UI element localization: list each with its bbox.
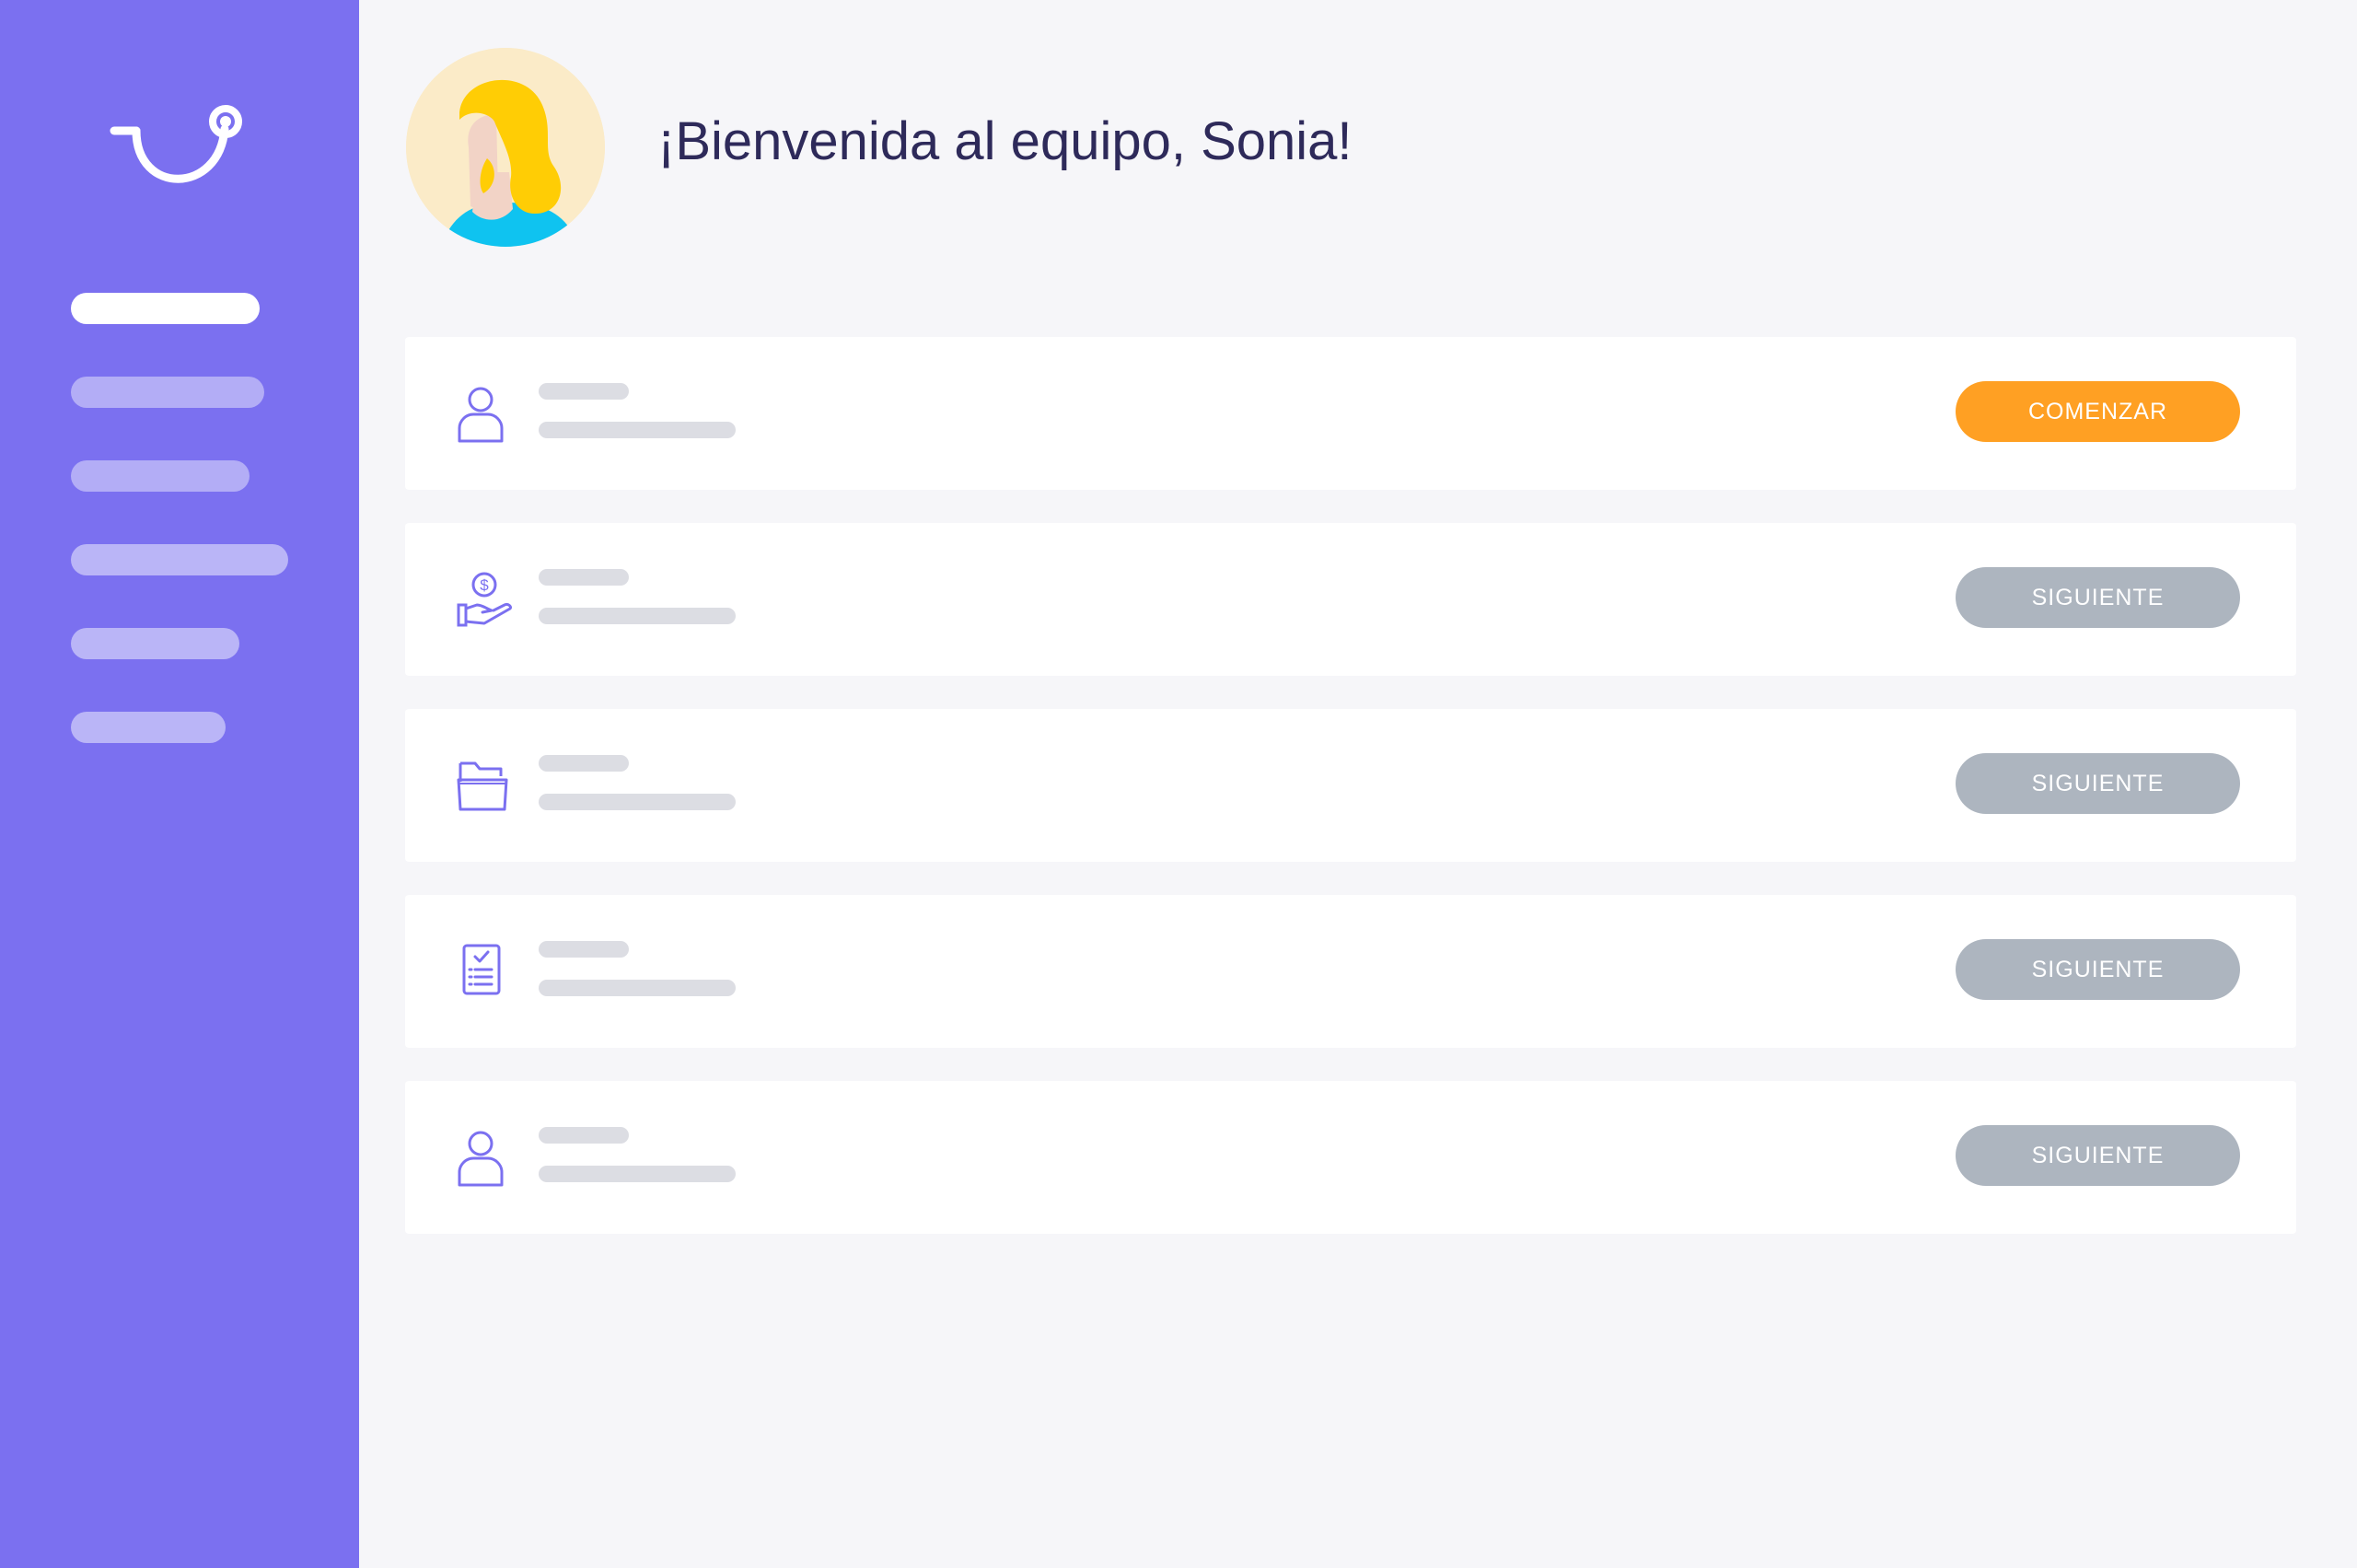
sidebar-item-6[interactable] bbox=[71, 712, 226, 743]
app-logo-icon[interactable] bbox=[109, 103, 249, 195]
hand-money-icon: $ bbox=[457, 572, 512, 627]
start-button[interactable]: COMENZAR bbox=[1956, 381, 2240, 442]
next-button[interactable]: SIGUIENTE bbox=[1956, 567, 2240, 628]
sidebar-item-4[interactable] bbox=[71, 544, 288, 575]
sidebar-item-3[interactable] bbox=[71, 460, 250, 492]
task-subtitle-placeholder bbox=[539, 1166, 736, 1182]
task-subtitle-placeholder bbox=[539, 980, 736, 996]
task-title-placeholder bbox=[539, 383, 629, 400]
folder-icon bbox=[457, 761, 508, 811]
next-button[interactable]: SIGUIENTE bbox=[1956, 753, 2240, 814]
next-button[interactable]: SIGUIENTE bbox=[1956, 939, 2240, 1000]
task-card: $ SIGUIENTE bbox=[405, 523, 2296, 676]
sidebar-item-5[interactable] bbox=[71, 628, 239, 659]
task-card: SIGUIENTE bbox=[405, 895, 2296, 1048]
sidebar bbox=[0, 0, 359, 1568]
task-card: SIGUIENTE bbox=[405, 709, 2296, 862]
task-subtitle-placeholder bbox=[539, 794, 736, 810]
task-title-placeholder bbox=[539, 755, 629, 772]
checklist-icon bbox=[462, 944, 501, 995]
task-title-placeholder bbox=[539, 941, 629, 958]
user-icon bbox=[458, 1131, 504, 1187]
task-subtitle-placeholder bbox=[539, 422, 736, 438]
task-title-placeholder bbox=[539, 1127, 629, 1144]
welcome-title: ¡Bienvenida al equipo, Sonia! bbox=[657, 111, 1353, 171]
sidebar-item-2[interactable] bbox=[71, 377, 264, 408]
task-subtitle-placeholder bbox=[539, 608, 736, 624]
task-card: COMENZAR bbox=[405, 337, 2296, 490]
next-button[interactable]: SIGUIENTE bbox=[1956, 1125, 2240, 1186]
avatar bbox=[406, 48, 605, 247]
svg-text:$: $ bbox=[480, 576, 489, 594]
task-title-placeholder bbox=[539, 569, 629, 586]
app-root: ¡Bienvenida al equipo, Sonia! COMENZAR $… bbox=[0, 0, 2357, 1568]
user-avatar-illustration bbox=[406, 48, 605, 247]
user-icon bbox=[458, 387, 504, 443]
sidebar-item-1[interactable] bbox=[71, 293, 260, 324]
task-card: SIGUIENTE bbox=[405, 1081, 2296, 1234]
